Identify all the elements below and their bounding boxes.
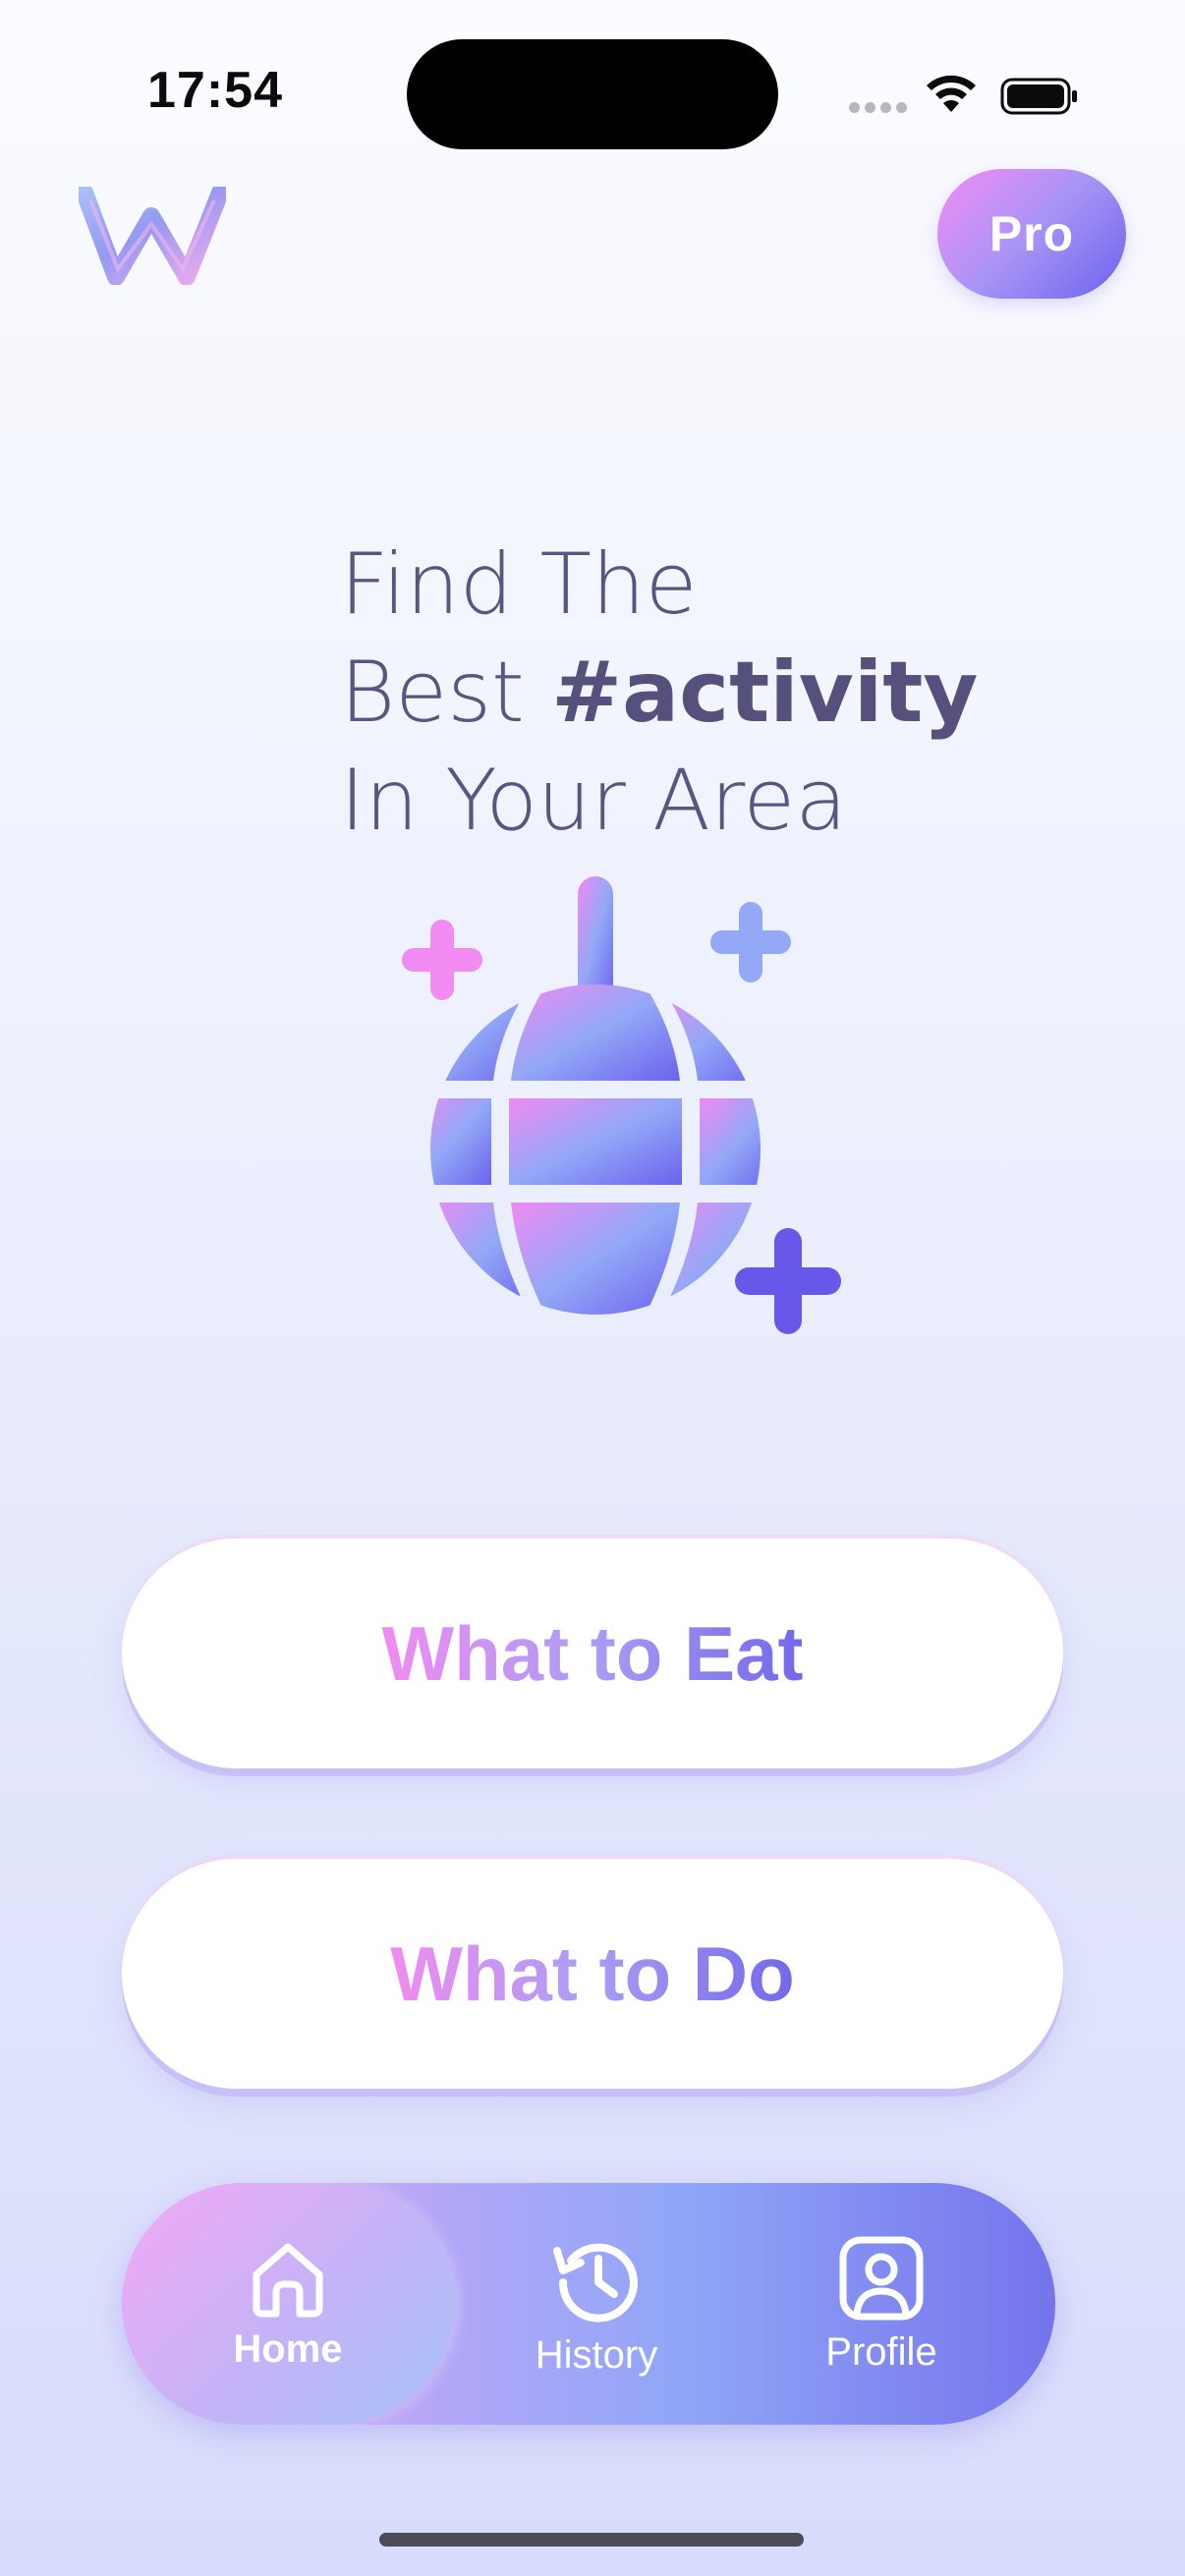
tab-profile-label: Profile [825,2330,937,2374]
hero-line-2-prefix: Best [340,644,552,742]
signal-dots-icon [849,102,908,116]
status-time: 17:54 [147,62,283,119]
what-to-eat-label: What to Eat [382,1609,804,1699]
pro-button[interactable]: Pro [937,169,1126,299]
hero-line-3: In Your Area [340,752,848,850]
tab-home-label: Home [233,2327,343,2371]
what-to-do-button[interactable]: What to Do [122,1859,1063,2089]
home-indicator[interactable] [379,2533,804,2547]
dynamic-island [407,39,778,149]
what-to-eat-word: Eat [684,1609,804,1697]
what-to-do-label: What to Do [390,1930,795,2019]
disco-ball-sparkles-icon [402,876,841,1334]
hero-line-1: Find The [340,535,698,634]
what-to-eat-button[interactable]: What to Eat [122,1539,1063,1768]
battery-icon [1000,78,1077,115]
tab-profile[interactable]: Profile [739,2183,1024,2425]
home-icon [253,2243,323,2318]
tab-history-label: History [535,2333,658,2377]
profile-icon [839,2236,924,2321]
history-icon [553,2243,638,2323]
what-to-do-prefix: What to [390,1930,693,2017]
hero-headline: Find The Best #activity In Your Area [340,531,978,855]
tab-home[interactable]: Home [122,2183,454,2425]
what-to-do-word: Do [692,1930,795,2017]
what-to-eat-prefix: What to [381,1609,685,1697]
w-logo-icon[interactable] [79,187,226,285]
activity-hashtag: #activity [551,644,979,742]
tab-bar: Home History Profile [122,2183,1055,2425]
hero-line-2: Best #activity [340,639,978,747]
wifi-icon [927,75,976,112]
tab-history[interactable]: History [454,2183,739,2425]
